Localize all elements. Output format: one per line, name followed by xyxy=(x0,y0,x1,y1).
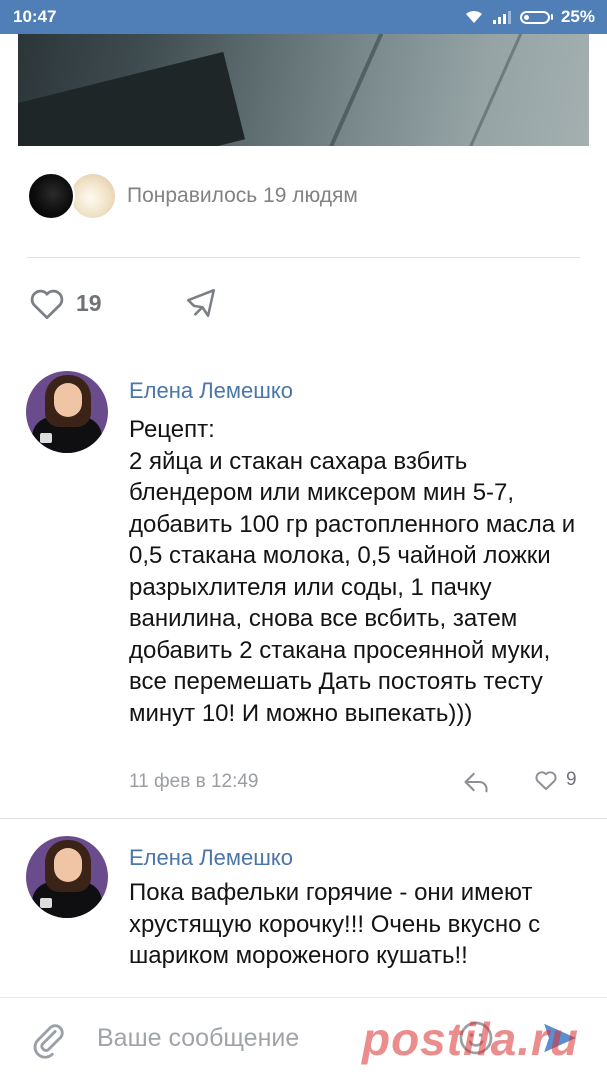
divider xyxy=(27,257,580,258)
comment-author[interactable]: Елена Лемешко xyxy=(129,845,293,871)
reply-icon[interactable] xyxy=(462,770,490,794)
comment-author[interactable]: Елена Лемешко xyxy=(129,378,293,404)
comment-text: Рецепт: 2 яйца и стакан сахара взбить бл… xyxy=(129,416,576,727)
avatar[interactable] xyxy=(26,836,108,918)
battery-icon xyxy=(519,10,553,24)
divider xyxy=(0,818,607,819)
paperclip-icon[interactable] xyxy=(30,1020,66,1060)
post-photo[interactable] xyxy=(18,34,589,146)
liker-avatar[interactable] xyxy=(27,172,75,220)
avatar[interactable] xyxy=(26,371,108,453)
battery-percent: 25% xyxy=(560,7,595,26)
comment-like-count[interactable]: 9 xyxy=(566,769,577,791)
watermark: postila.ru xyxy=(361,1013,579,1065)
likes-summary[interactable]: Понравилось 19 людям xyxy=(27,172,358,220)
message-input[interactable]: Ваше сообщение xyxy=(97,1024,299,1053)
status-bar: 10:47 25% xyxy=(0,0,607,34)
comment-like-button[interactable]: 9 xyxy=(534,769,577,791)
likes-summary-text[interactable]: Понравилось 19 людям xyxy=(127,184,358,208)
signal-icon xyxy=(492,11,511,24)
status-time: 10:47 xyxy=(13,7,57,26)
heart-icon[interactable] xyxy=(534,769,558,791)
share-icon[interactable] xyxy=(184,286,218,320)
comment-date: 11 фев в 12:49 xyxy=(129,771,259,792)
wifi-icon xyxy=(465,10,482,23)
post-actions: 19 xyxy=(28,286,218,320)
status-icons: 25% xyxy=(464,7,595,27)
like-count[interactable]: 19 xyxy=(76,290,102,317)
comment-text: Пока вафельки горячие - они имеют хрустя… xyxy=(129,879,547,969)
liker-avatar[interactable] xyxy=(69,172,117,220)
heart-icon[interactable] xyxy=(28,286,66,320)
